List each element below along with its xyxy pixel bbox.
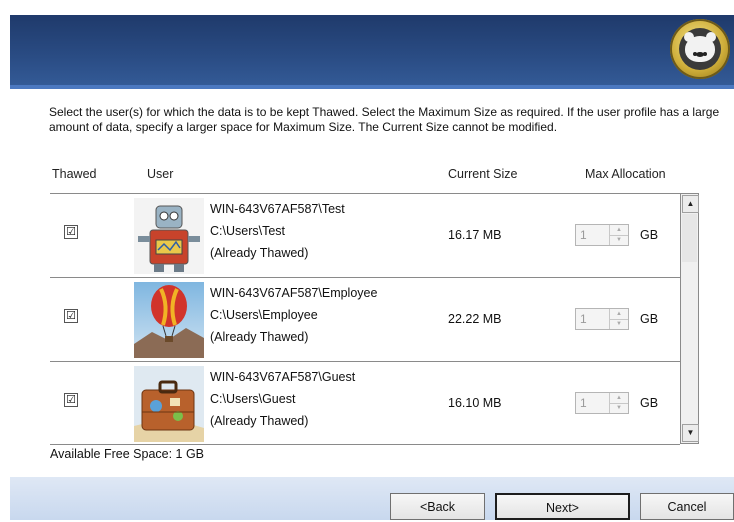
max-allocation-unit: GB [640,396,659,410]
user-list: ☑ WIN-643V67AF587\Test C:\Users\Test (Al… [50,193,680,445]
column-header-thawed: Thawed [52,167,97,181]
user-status: (Already Thawed) [210,414,309,428]
user-row-guest[interactable]: ☑ WIN-643V67AF587\Guest C:\Users\Guest (… [50,362,680,444]
current-size-value: 16.17 MB [448,228,502,242]
robot-icon [134,198,204,274]
max-allocation-unit: GB [640,228,659,242]
user-row-employee[interactable]: ☑ WIN-643V67AF587\Employee C:\Users\Empl… [50,278,680,362]
user-row-test[interactable]: ☑ WIN-643V67AF587\Test C:\Users\Test (Al… [50,194,680,278]
back-button[interactable]: <Back [390,493,485,520]
spin-down-icon[interactable]: ▼ [610,235,628,245]
user-account-name: WIN-643V67AF587\Guest [210,370,356,384]
wizard-header [10,15,734,85]
hot-air-balloon-icon [134,282,204,358]
user-account-name: WIN-643V67AF587\Employee [210,286,378,300]
max-allocation-spinner[interactable]: 1 ▲ ▼ [575,308,629,330]
max-allocation-spinner[interactable]: 1 ▲ ▼ [575,392,629,414]
available-free-space: Available Free Space: 1 GB [50,447,205,461]
user-profile-path: C:\Users\Employee [210,308,318,322]
cancel-button[interactable]: Cancel [640,493,734,520]
max-allocation-value: 1 [580,396,587,410]
thawed-checkbox-employee[interactable]: ☑ [64,309,78,323]
scroll-down-icon[interactable]: ▼ [682,424,699,442]
scroll-up-icon[interactable]: ▲ [682,195,699,213]
max-allocation-spinner[interactable]: 1 ▲ ▼ [575,224,629,246]
spin-down-icon[interactable]: ▼ [610,403,628,413]
user-profile-path: C:\Users\Test [210,224,286,238]
suitcase-icon [134,366,204,442]
user-status: (Already Thawed) [210,330,309,344]
user-profile-path: C:\Users\Guest [210,392,296,406]
column-header-current-size: Current Size [448,167,518,181]
current-size-value: 16.10 MB [448,396,502,410]
current-size-value: 22.22 MB [448,312,502,326]
spin-down-icon[interactable]: ▼ [610,319,628,329]
user-account-name: WIN-643V67AF587\Test [210,202,345,216]
thawed-checkbox-test[interactable]: ☑ [64,225,78,239]
deep-freeze-bear-logo-icon [670,19,730,79]
scrollbar-thumb[interactable] [682,214,697,262]
next-button[interactable]: Next> [495,493,630,520]
user-status: (Already Thawed) [210,246,309,260]
thawed-checkbox-guest[interactable]: ☑ [64,393,78,407]
max-allocation-value: 1 [580,312,587,326]
instructions-text: Select the user(s) for which the data is… [49,105,720,134]
column-header-max-allocation: Max Allocation [585,167,666,181]
column-header-user: User [147,167,174,181]
max-allocation-unit: GB [640,312,659,326]
header-divider [10,85,734,89]
max-allocation-value: 1 [580,228,587,242]
user-list-scrollbar[interactable]: ▲ ▼ [680,193,699,444]
